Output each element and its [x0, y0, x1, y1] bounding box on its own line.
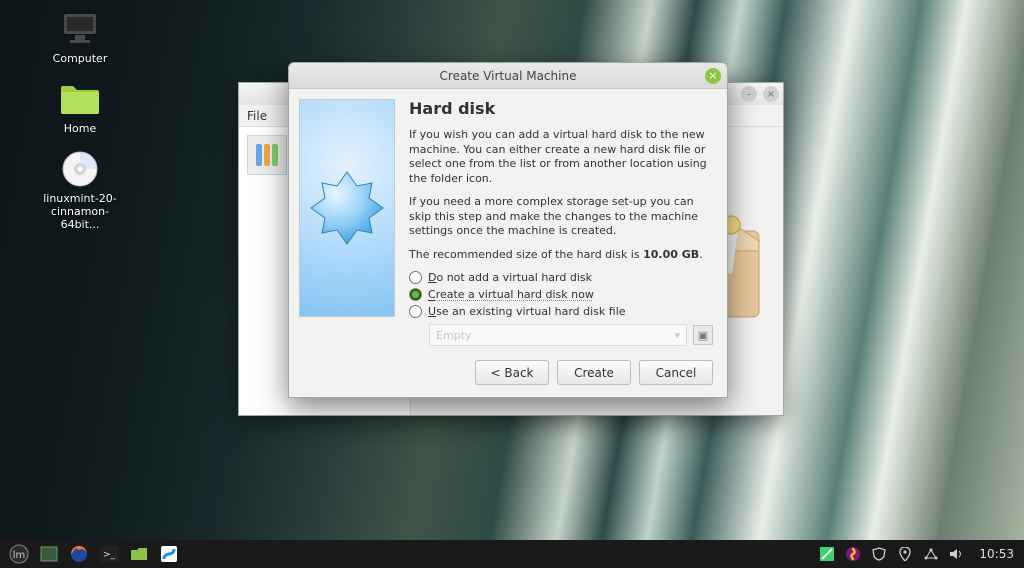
- desktop-icon-home[interactable]: Home: [40, 80, 120, 135]
- chevron-down-icon: ▾: [674, 329, 680, 342]
- back-button[interactable]: < Back: [475, 360, 549, 385]
- browse-disk-button: ▣: [693, 325, 713, 345]
- dialog-paragraph: If you need a more complex storage set-u…: [409, 195, 713, 239]
- radio-input[interactable]: [409, 305, 422, 318]
- show-desktop-button[interactable]: [36, 543, 62, 565]
- system-tray: 10:53: [819, 546, 1018, 562]
- virtualbox-task-icon[interactable]: [156, 543, 182, 565]
- radio-label: Use an existing virtual hard disk file: [428, 305, 626, 318]
- radio-input[interactable]: [409, 288, 422, 301]
- create-vm-dialog: Create Virtual Machine × Hard disk If yo…: [288, 62, 728, 398]
- computer-icon: [58, 10, 102, 48]
- dialog-paragraph: If you wish you can add a virtual hard d…: [409, 128, 713, 186]
- radio-label: Do not add a virtual hard disk: [428, 271, 592, 284]
- create-button[interactable]: Create: [557, 360, 631, 385]
- firefox-icon[interactable]: [66, 543, 92, 565]
- svg-text:lm: lm: [13, 550, 26, 561]
- menu-button[interactable]: lm: [6, 543, 32, 565]
- disc-icon: [58, 150, 102, 188]
- radio-label: Create a virtual hard disk now: [428, 288, 594, 301]
- menu-file[interactable]: File: [247, 109, 267, 123]
- desktop-icon-label: linuxmint-20-cinnamon-64bit...: [40, 192, 120, 232]
- dialog-heading: Hard disk: [409, 99, 713, 118]
- volume-icon[interactable]: [949, 546, 965, 562]
- existing-disk-combo: Empty ▾: [429, 324, 687, 346]
- desktop-icon-iso[interactable]: linuxmint-20-cinnamon-64bit...: [40, 150, 120, 232]
- dialog-titlebar[interactable]: Create Virtual Machine ×: [289, 63, 727, 89]
- shield-icon[interactable]: [871, 546, 887, 562]
- folder-up-icon: ▣: [698, 329, 708, 342]
- desktop-icon-label: Home: [64, 122, 96, 135]
- taskbar: lm >_ 10:53: [0, 540, 1024, 568]
- files-icon[interactable]: [126, 543, 152, 565]
- folder-icon: [58, 80, 102, 118]
- terminal-icon[interactable]: >_: [96, 543, 122, 565]
- dialog-paragraph: The recommended size of the hard disk is…: [409, 248, 713, 263]
- close-icon[interactable]: ×: [705, 68, 721, 84]
- tools-icon[interactable]: [247, 135, 287, 175]
- network-icon[interactable]: [923, 546, 939, 562]
- location-icon[interactable]: [897, 546, 913, 562]
- dialog-title: Create Virtual Machine: [440, 69, 577, 83]
- desktop-icon-computer[interactable]: Computer: [40, 10, 120, 65]
- svg-text:>_: >_: [103, 550, 116, 560]
- radio-input[interactable]: [409, 271, 422, 284]
- radio-create-disk[interactable]: Create a virtual hard disk now: [409, 288, 713, 301]
- color-picker-icon[interactable]: [819, 546, 835, 562]
- radio-no-disk[interactable]: Do not add a virtual hard disk: [409, 271, 713, 284]
- minimize-icon[interactable]: –: [741, 86, 757, 102]
- combo-value: Empty: [436, 329, 471, 342]
- radio-use-existing[interactable]: Use an existing virtual hard disk file: [409, 305, 713, 318]
- desktop-icon-label: Computer: [53, 52, 108, 65]
- close-icon[interactable]: ×: [763, 86, 779, 102]
- dialog-illustration: [299, 99, 395, 317]
- clock[interactable]: 10:53: [979, 547, 1014, 561]
- updates-icon[interactable]: [845, 546, 861, 562]
- cancel-button[interactable]: Cancel: [639, 360, 713, 385]
